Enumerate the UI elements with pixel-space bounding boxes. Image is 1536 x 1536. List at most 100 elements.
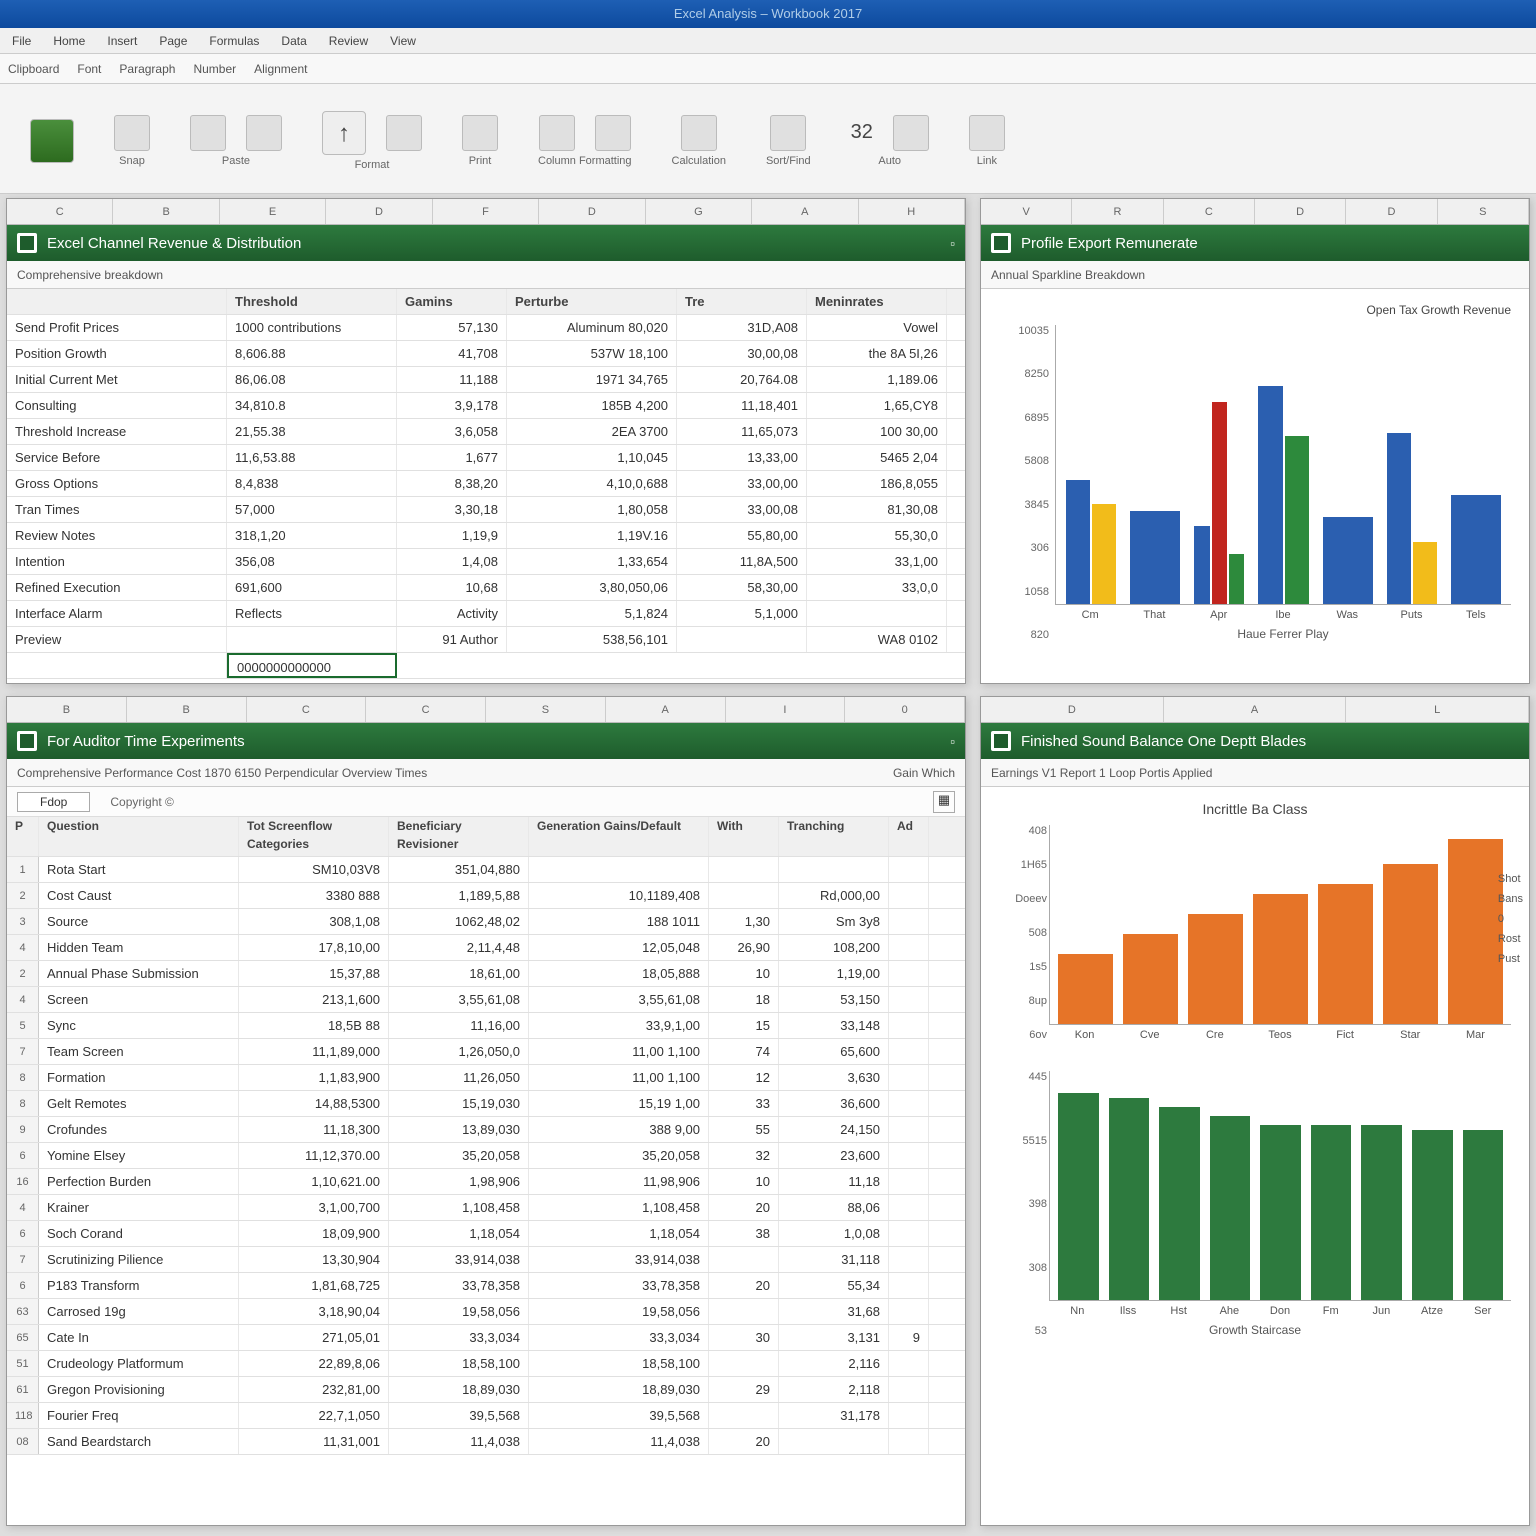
cell[interactable]: 61	[7, 1377, 39, 1402]
cell[interactable]	[889, 987, 929, 1012]
cell[interactable]: 16	[7, 1169, 39, 1194]
chart1-area[interactable]: Open Tax Growth Revenue 1003582506895580…	[981, 289, 1529, 651]
cell[interactable]: 1,10,045	[507, 445, 677, 470]
cell[interactable]: 33,00,08	[677, 497, 807, 522]
cell[interactable]: 58,30,00	[677, 575, 807, 600]
cell[interactable]	[779, 1429, 889, 1454]
panel1-table[interactable]: ThresholdGaminsPerturbeTreMeninratesSend…	[7, 289, 965, 679]
colhdr[interactable]: D	[1255, 199, 1346, 224]
cell[interactable]	[889, 1091, 929, 1116]
col-header[interactable]: Beneficiary Revisioner	[389, 817, 529, 856]
cell[interactable]: 7	[7, 1039, 39, 1064]
cell[interactable]: 18,61,00	[389, 961, 529, 986]
cell[interactable]: 10,68	[397, 575, 507, 600]
cell[interactable]: 81,30,08	[807, 497, 947, 522]
cell[interactable]: 118	[7, 1403, 39, 1428]
cell[interactable]	[709, 857, 779, 882]
cell[interactable]: Threshold Increase	[7, 419, 227, 444]
cell[interactable]: 4	[7, 1195, 39, 1220]
cell[interactable]: 33,0,0	[807, 575, 947, 600]
col-header[interactable]: Tot Screenflow Categories	[239, 817, 389, 856]
cell[interactable]: 1971 34,765	[507, 367, 677, 392]
cell[interactable]: 36,600	[779, 1091, 889, 1116]
cell[interactable]: 11,4,038	[529, 1429, 709, 1454]
cell[interactable]: 39,5,568	[389, 1403, 529, 1428]
cell[interactable]	[889, 1377, 929, 1402]
snap-icon[interactable]	[114, 115, 150, 151]
cell[interactable]: 33,914,038	[389, 1247, 529, 1272]
cell[interactable]: 29	[709, 1377, 779, 1402]
cell[interactable]: 13,89,030	[389, 1117, 529, 1142]
cell[interactable]: 4	[7, 935, 39, 960]
menu-home[interactable]: Home	[49, 32, 89, 50]
tab-paragraph[interactable]: Paragraph	[119, 62, 175, 76]
cell[interactable]: 18,58,100	[389, 1351, 529, 1376]
cell[interactable]: 11,12,370.00	[239, 1143, 389, 1168]
cell[interactable]: 12	[709, 1065, 779, 1090]
cell[interactable]: 35,20,058	[529, 1143, 709, 1168]
cell[interactable]: Crofundes	[39, 1117, 239, 1142]
cell[interactable]: Rd,000,00	[779, 883, 889, 908]
cell[interactable]: Screen	[39, 987, 239, 1012]
col-header[interactable]: Threshold	[227, 289, 397, 314]
cell[interactable]: Initial Current Met	[7, 367, 227, 392]
brush-icon[interactable]	[386, 115, 422, 151]
colhdr[interactable]: D	[1346, 199, 1437, 224]
auto-icon[interactable]	[893, 115, 929, 151]
cell[interactable]: 185B 4,200	[507, 393, 677, 418]
cell[interactable]: 6	[7, 1273, 39, 1298]
menu-view[interactable]: View	[386, 32, 420, 50]
cell[interactable]: Carrosed 19g	[39, 1299, 239, 1324]
cell[interactable]	[889, 1117, 929, 1142]
cell[interactable]: 8,4,838	[227, 471, 397, 496]
colhdr[interactable]: C	[7, 199, 113, 224]
colhdr[interactable]: D	[539, 199, 645, 224]
cell[interactable]: 186,8,055	[807, 471, 947, 496]
cell[interactable]: Gross Options	[7, 471, 227, 496]
cell[interactable]: 3,55,61,08	[529, 987, 709, 1012]
cell[interactable]	[889, 1247, 929, 1272]
cell[interactable]: 30	[709, 1325, 779, 1350]
cell[interactable]: 20	[709, 1273, 779, 1298]
cell[interactable]: 63	[7, 1299, 39, 1324]
cell[interactable]: 3,80,050,06	[507, 575, 677, 600]
cell[interactable]: 14,88,5300	[239, 1091, 389, 1116]
cell[interactable]: 91 Author	[397, 627, 507, 652]
cell[interactable]: 11,31,001	[239, 1429, 389, 1454]
colhdr[interactable]: L	[1346, 697, 1529, 722]
cell[interactable]: 351,04,880	[389, 857, 529, 882]
cell[interactable]: 1,18,054	[389, 1221, 529, 1246]
cell[interactable]: Sync	[39, 1013, 239, 1038]
cell[interactable]: 17,8,10,00	[239, 935, 389, 960]
cell[interactable]: 18,05,888	[529, 961, 709, 986]
cell[interactable]: 11,18,401	[677, 393, 807, 418]
cell[interactable]: 1,33,654	[507, 549, 677, 574]
menu-page[interactable]: Page	[155, 32, 191, 50]
cell[interactable]: Aluminum 80,020	[507, 315, 677, 340]
cell[interactable]: Activity	[397, 601, 507, 626]
cell[interactable]: 39,5,568	[529, 1403, 709, 1428]
cell[interactable]: Scrutinizing Pilience	[39, 1247, 239, 1272]
cell[interactable]: 9	[7, 1117, 39, 1142]
cell[interactable]	[889, 1273, 929, 1298]
cell[interactable]: 57,130	[397, 315, 507, 340]
cell[interactable]: 2,118	[779, 1377, 889, 1402]
cell[interactable]: 3,9,178	[397, 393, 507, 418]
cell[interactable]: 33,148	[779, 1013, 889, 1038]
expand-icon[interactable]: ▦	[933, 791, 955, 813]
cell[interactable]: 88,06	[779, 1195, 889, 1220]
cell[interactable]: Cost Caust	[39, 883, 239, 908]
cell[interactable]	[889, 1195, 929, 1220]
cell[interactable]: 15	[709, 1013, 779, 1038]
cell[interactable]: Tran Times	[7, 497, 227, 522]
cell[interactable]: 2,116	[779, 1351, 889, 1376]
cell[interactable]: 2EA 3700	[507, 419, 677, 444]
cell[interactable]	[709, 883, 779, 908]
cell[interactable]: 11,18,300	[239, 1117, 389, 1142]
tab-clipboard[interactable]: Clipboard	[8, 62, 59, 76]
cell[interactable]: Reflects	[227, 601, 397, 626]
cell[interactable]: 1,81,68,725	[239, 1273, 389, 1298]
menu-formulas[interactable]: Formulas	[205, 32, 263, 50]
cell[interactable]: 65,600	[779, 1039, 889, 1064]
colhdr[interactable]: F	[433, 199, 539, 224]
